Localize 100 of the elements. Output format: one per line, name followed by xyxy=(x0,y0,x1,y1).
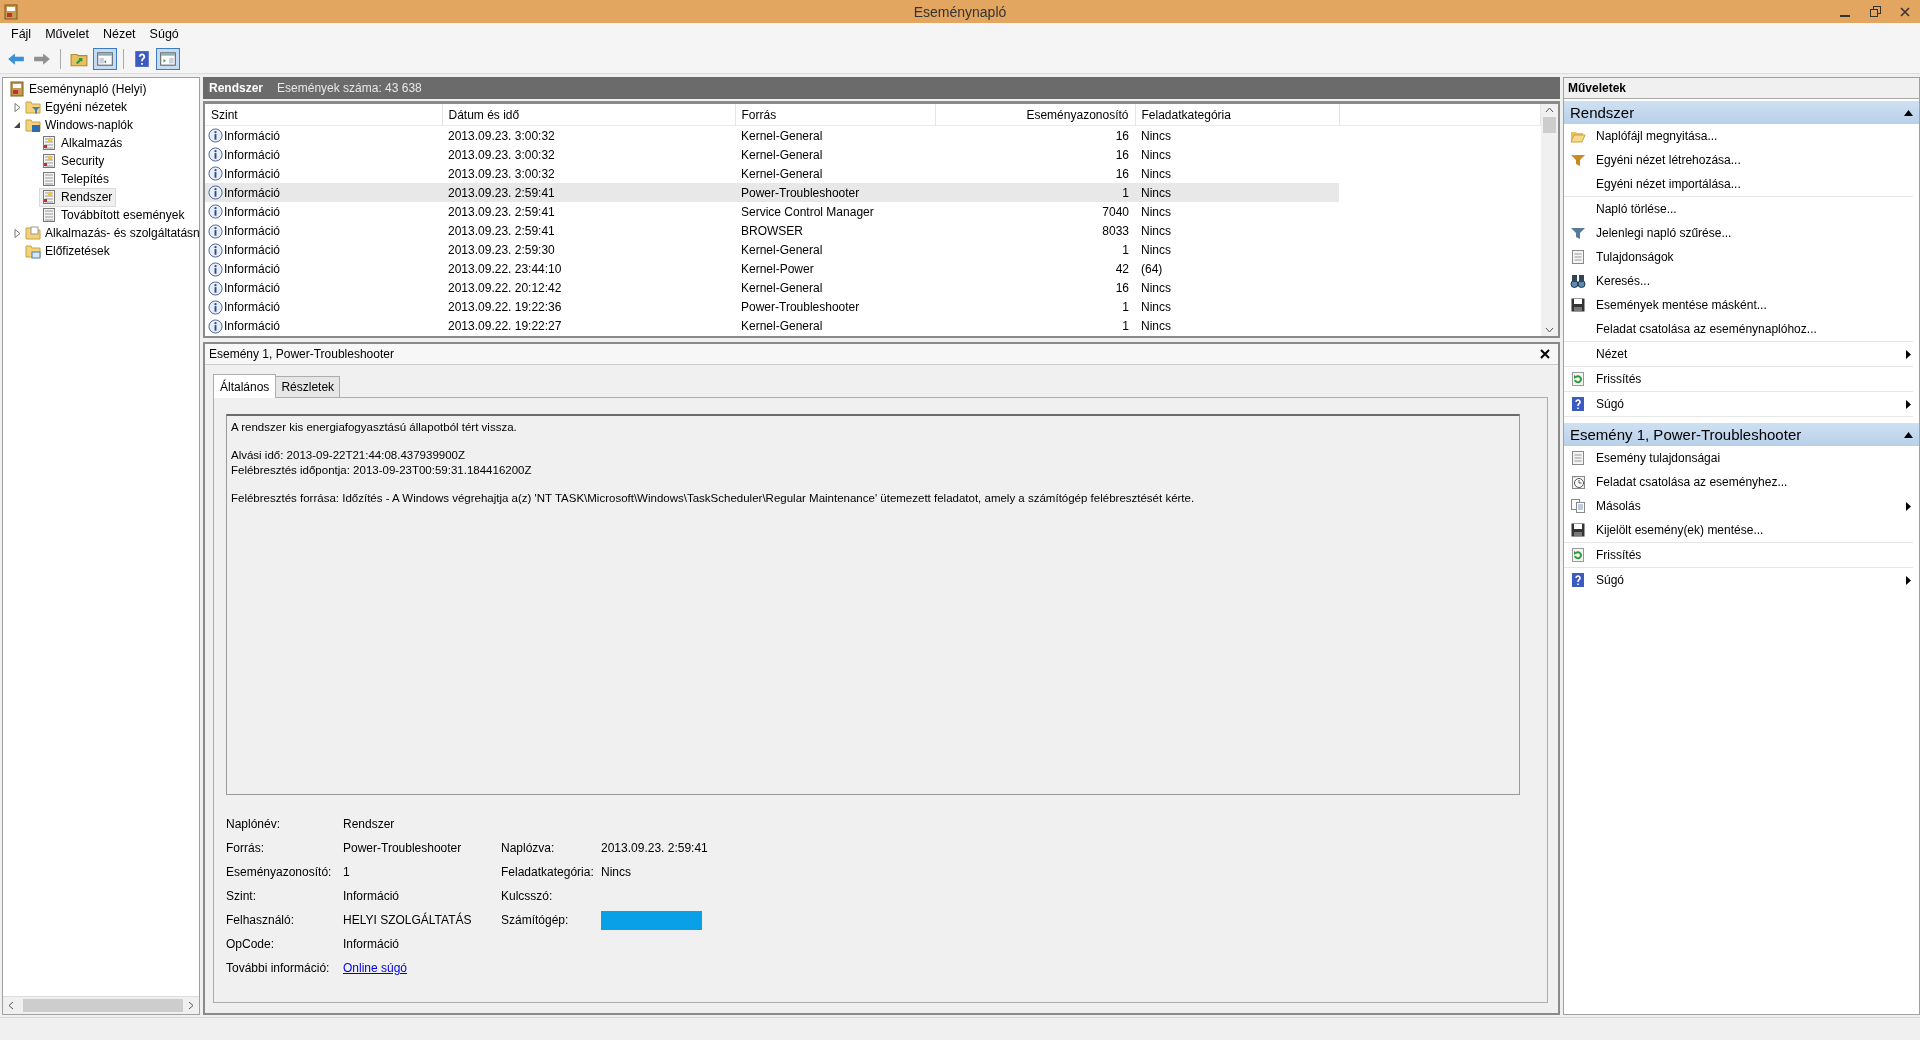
action-item[interactable]: Másolás xyxy=(1564,494,1913,518)
tree-item[interactable]: Windows-naplók xyxy=(23,115,138,135)
field-label: Naplózva: xyxy=(501,841,556,855)
scroll-left-icon[interactable] xyxy=(7,1001,15,1010)
tree-item-label: Egyéni nézetek xyxy=(45,100,128,114)
tree-item[interactable]: Továbbított események xyxy=(39,205,189,225)
section-header[interactable]: Esemény 1, Power-Troubleshooter xyxy=(1564,423,1919,446)
table-row[interactable]: Információ 2013.09.23. 2:59:41 Power-Troubleshooter 1 Nincs xyxy=(205,183,1541,203)
action-item[interactable]: Napló törlése... xyxy=(1564,197,1913,221)
action-item[interactable]: Feladat csatolása az eseménynaplóhoz... xyxy=(1564,317,1913,341)
table-cell: Service Control Manager xyxy=(735,202,935,222)
collapse-icon[interactable] xyxy=(1904,431,1913,438)
message-paragraph: A rendszer kis energiafogyasztású állapotból tért vissza. xyxy=(231,420,518,435)
show-tree-button[interactable] xyxy=(93,48,117,70)
help-link[interactable]: Online súgó xyxy=(343,961,408,975)
vertical-scrollbar[interactable] xyxy=(1541,104,1558,336)
column-header[interactable]: Szint xyxy=(205,104,442,126)
close-button[interactable] xyxy=(1538,347,1552,361)
table-row[interactable]: Információ 2013.09.22. 19:22:36 Power-Troubleshooter 1 Nincs xyxy=(205,297,1541,317)
action-item[interactable]: Nézet xyxy=(1564,342,1913,366)
action-item[interactable]: Súgó xyxy=(1564,568,1913,592)
tree-item-label: Security xyxy=(61,154,105,168)
tree-item-label: Eseménynapló (Helyi) xyxy=(29,82,147,96)
action-item[interactable]: Egyéni nézet importálása... xyxy=(1564,172,1913,196)
action-item[interactable]: Súgó xyxy=(1564,392,1913,416)
scroll-right-icon[interactable] xyxy=(187,1001,195,1010)
info-icon xyxy=(208,261,223,277)
column-header[interactable]: Eseményazonosító xyxy=(935,104,1135,126)
action-item[interactable]: Egyéni nézet létrehozása... xyxy=(1564,148,1913,172)
tree-item[interactable]: Előfizetések xyxy=(23,241,114,261)
table-cell-text: 2013.09.22. 20:12:42 xyxy=(447,280,563,298)
field-label: OpCode: xyxy=(226,937,276,951)
scroll-up-icon[interactable] xyxy=(1545,107,1554,113)
action-item[interactable]: Frissítés xyxy=(1564,367,1913,391)
action-item[interactable]: Események mentése másként... xyxy=(1564,293,1913,317)
info-icon xyxy=(208,223,223,239)
filter-icon xyxy=(1570,152,1586,168)
collapse-icon[interactable] xyxy=(13,121,21,129)
folder-icon xyxy=(25,225,41,241)
table-row[interactable]: Információ 2013.09.22. 20:12:42 Kernel-General 16 Nincs xyxy=(205,278,1541,298)
show-actions-button[interactable] xyxy=(156,48,180,70)
expand-icon[interactable] xyxy=(13,228,21,238)
table-cell: Nincs xyxy=(1135,164,1339,184)
save-icon xyxy=(1570,522,1586,538)
column-header[interactable]: Dátum és idő xyxy=(442,104,735,126)
table-cell-text: Kernel-Power xyxy=(740,261,815,279)
table-row[interactable]: Információ 2013.09.23. 2:59:41 BROWSER 8033 Nincs xyxy=(205,221,1541,241)
action-item[interactable]: Jelenlegi napló szűrése... xyxy=(1564,221,1913,245)
action-item[interactable]: Keresés... xyxy=(1564,269,1913,293)
table-cell: 1 xyxy=(935,183,1135,203)
tab[interactable]: Általános xyxy=(213,374,277,398)
action-item[interactable]: Frissítés xyxy=(1564,543,1913,567)
table-row[interactable]: Információ 2013.09.23. 2:59:30 Kernel-General 1 Nincs xyxy=(205,240,1541,260)
tree-item[interactable]: Security xyxy=(39,151,109,171)
log-icon xyxy=(41,135,57,151)
close-icon xyxy=(1540,349,1550,359)
table-row[interactable]: Információ 2013.09.22. 19:22:27 Kernel-General 1 Nincs xyxy=(205,316,1541,336)
menu-item[interactable]: Nézet xyxy=(95,25,143,43)
panel-icon xyxy=(159,50,177,68)
menu-item[interactable]: Súgó xyxy=(142,25,186,43)
action-item[interactable]: Kijelölt esemény(ek) mentése... xyxy=(1564,518,1913,542)
horizontal-scrollbar[interactable] xyxy=(3,996,199,1014)
action-item[interactable]: Naplófájl megnyitása... xyxy=(1564,124,1913,148)
table-cell-text: 8033 xyxy=(1101,223,1130,240)
column-header[interactable]: Feladatkategória xyxy=(1135,104,1339,126)
scroll-thumb[interactable] xyxy=(1543,117,1556,133)
table-cell-text: 2013.09.22. 19:22:27 xyxy=(447,318,563,336)
tree-item[interactable]: Rendszer xyxy=(39,187,117,207)
expand-icon[interactable] xyxy=(13,102,21,112)
collapse-icon[interactable] xyxy=(1904,109,1913,116)
table-cell-text: Nincs xyxy=(1140,223,1172,240)
menu-item[interactable]: Művelet xyxy=(38,25,96,43)
table-row[interactable]: Információ 2013.09.23. 2:59:41 Service Control Manager 7040 Nincs xyxy=(205,202,1541,222)
scroll-down-icon[interactable] xyxy=(1545,327,1554,333)
tree-item[interactable]: Alkalmazás- és szolgáltatásn xyxy=(23,223,204,243)
field-value: Nincs xyxy=(601,865,632,879)
table-row[interactable]: Információ 2013.09.23. 3:00:32 Kernel-General 16 Nincs xyxy=(205,164,1541,184)
scroll-thumb[interactable] xyxy=(23,999,183,1012)
table-cell-text: 2013.09.23. 3:00:32 xyxy=(447,146,556,164)
tree-item-label: Alkalmazás- és szolgáltatásn xyxy=(45,226,200,240)
table-row[interactable]: Információ 2013.09.22. 23:44:10 Kernel-Power 42 (64) xyxy=(205,259,1541,279)
section-header[interactable]: Rendszer xyxy=(1564,101,1919,124)
table-row[interactable]: Információ 2013.09.23. 3:00:32 Kernel-General 16 Nincs xyxy=(205,145,1541,165)
tree-item[interactable]: Alkalmazás xyxy=(39,133,127,153)
tree-item[interactable]: Egyéni nézetek xyxy=(23,97,132,117)
tree-item[interactable]: Telepítés xyxy=(39,169,114,189)
table-cell: Információ xyxy=(224,128,281,143)
table-cell: Információ xyxy=(224,262,281,277)
help-icon xyxy=(1570,396,1586,412)
table-cell-text: 16 xyxy=(1114,280,1130,298)
table-cell-text: 1 xyxy=(1121,318,1130,336)
action-item[interactable]: Tulajdonságok xyxy=(1564,245,1913,269)
tree-item[interactable]: Eseménynapló (Helyi) xyxy=(7,79,151,99)
tab[interactable]: Részletek xyxy=(275,376,341,397)
table-cell-text: (64) xyxy=(1140,261,1164,279)
table-row[interactable]: Információ 2013.09.23. 3:00:32 Kernel-General 16 Nincs xyxy=(205,125,1541,146)
column-header[interactable]: Forrás xyxy=(735,104,935,126)
action-item[interactable]: Esemény tulajdonságai xyxy=(1564,446,1913,470)
action-item[interactable]: Feladat csatolása az eseményhez... xyxy=(1564,470,1913,494)
menu-item[interactable]: Fájl xyxy=(4,25,39,43)
